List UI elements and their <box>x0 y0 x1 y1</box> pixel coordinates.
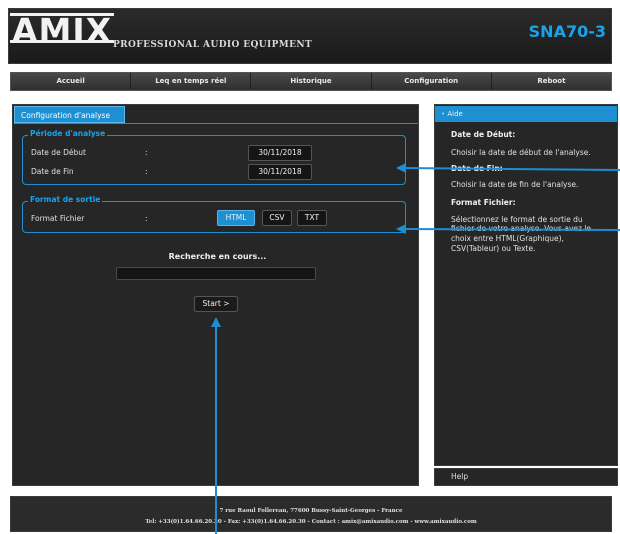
arrow-start <box>211 317 221 534</box>
callout-arrows <box>211 163 620 534</box>
arrow-format <box>396 224 620 234</box>
arrow-periode <box>396 163 620 173</box>
